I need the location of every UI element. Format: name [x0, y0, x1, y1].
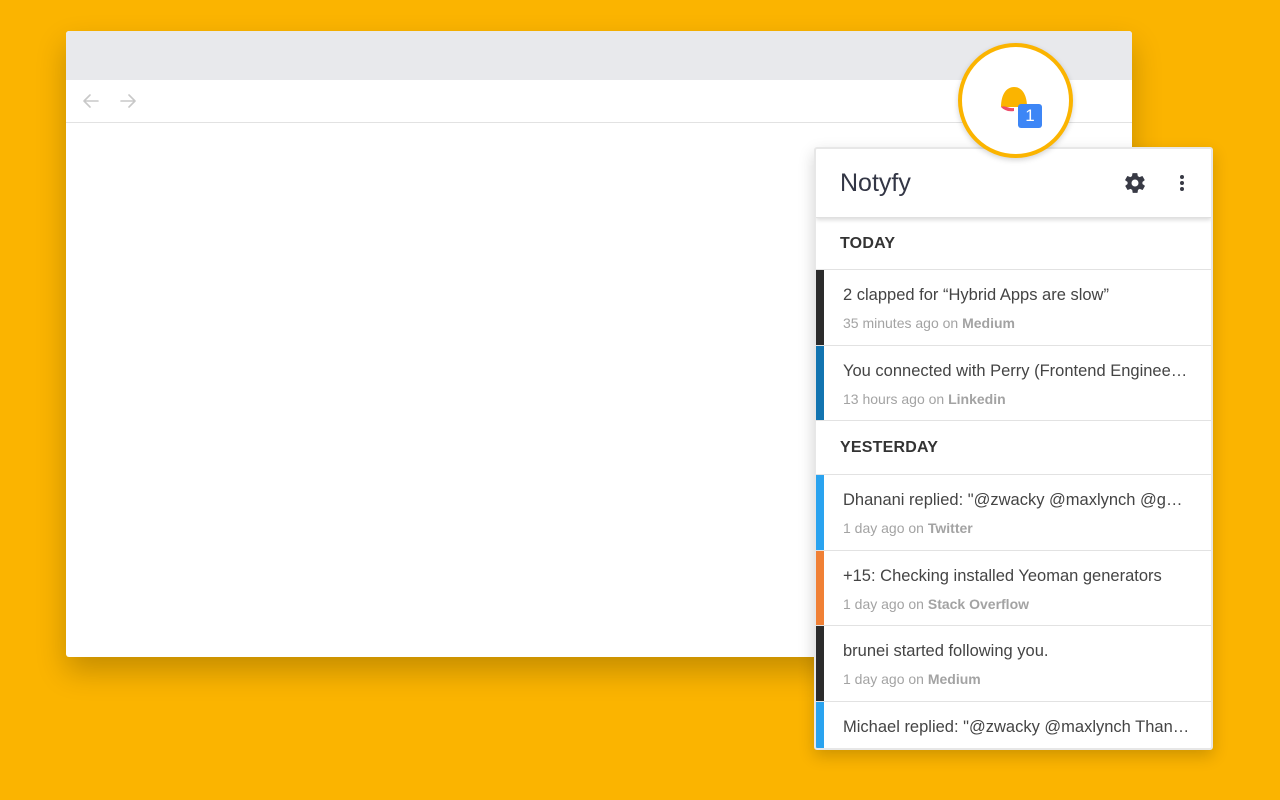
arrow-right-icon[interactable] — [117, 90, 139, 112]
source-color-bar — [816, 475, 824, 550]
source-color-bar — [816, 550, 824, 625]
more-vert-icon[interactable] — [1174, 171, 1190, 195]
notification-time: 13 hours ago — [843, 390, 925, 407]
notification-meta: 13 hours ago on Linkedin — [843, 391, 1006, 407]
notification-text: brunei started following you. — [843, 642, 1049, 660]
source-color-bar — [816, 345, 824, 420]
notification-text: Dhanani replied: "@zwacky @maxlynch @get… — [843, 491, 1191, 509]
notification-item[interactable]: 2 clapped for “Hybrid Apps are slow” 35 … — [816, 270, 1211, 346]
notification-source: Medium — [927, 671, 981, 687]
notification-count-badge: 1 — [1018, 104, 1042, 128]
popup-title: Notyfy — [840, 169, 911, 197]
notification-time: 1 day ago — [843, 595, 905, 612]
notification-item[interactable]: Michael replied: "@zwacky @maxlynch Than… — [816, 701, 1211, 748]
notification-time: 35 minutes ago — [843, 315, 939, 331]
section-header-today: TODAY — [816, 218, 1211, 270]
notification-text: +15: Checking installed Yeoman generator… — [843, 566, 1162, 585]
notification-on: on — [928, 390, 945, 407]
notification-on: on — [908, 595, 924, 612]
extension-button[interactable]: 1 — [958, 43, 1073, 158]
notification-source: Stack Overflow — [927, 595, 1030, 612]
popup-header: Notyfy — [816, 149, 1211, 218]
notification-source: Medium — [962, 315, 1015, 331]
source-color-bar — [816, 270, 824, 345]
notification-text: You connected with Perry (Frontend Engin… — [843, 361, 1191, 380]
source-color-bar — [816, 626, 824, 701]
notification-item[interactable]: You connected with Perry (Frontend Engin… — [816, 345, 1211, 421]
notification-popup: Notyfy TODAY 2 clapped for “Hybrid Apps … — [814, 147, 1213, 750]
notification-text: Michael replied: "@zwacky @maxlynch Than… — [843, 717, 1191, 736]
notification-item[interactable]: brunei started following you. 1 day ago … — [816, 626, 1211, 702]
notification-source: Twitter — [927, 520, 973, 536]
section-header-yesterday: YESTERDAY — [816, 421, 1211, 475]
notification-text: 2 clapped for “Hybrid Apps are slow” — [843, 286, 1109, 304]
notification-time: 1 day ago — [843, 520, 905, 536]
notification-time: 1 day ago — [843, 671, 905, 687]
notification-on: on — [908, 520, 924, 536]
arrow-left-icon[interactable] — [80, 90, 102, 112]
notification-item[interactable]: Dhanani replied: "@zwacky @maxlynch @get… — [816, 475, 1211, 551]
notification-meta: 1 day ago on Twitter — [843, 520, 973, 536]
notification-meta: 1 day ago on Stack Overflow — [843, 596, 1029, 612]
notification-meta: 1 day ago on Medium — [843, 671, 981, 687]
notification-item[interactable]: +15: Checking installed Yeoman generator… — [816, 550, 1211, 626]
notification-on: on — [908, 671, 924, 687]
notification-on: on — [942, 315, 959, 331]
notification-source: Linkedin — [948, 390, 1006, 407]
source-color-bar — [816, 701, 824, 748]
notification-meta: 35 minutes ago on Medium — [843, 315, 1015, 331]
gear-icon[interactable] — [1123, 171, 1147, 195]
